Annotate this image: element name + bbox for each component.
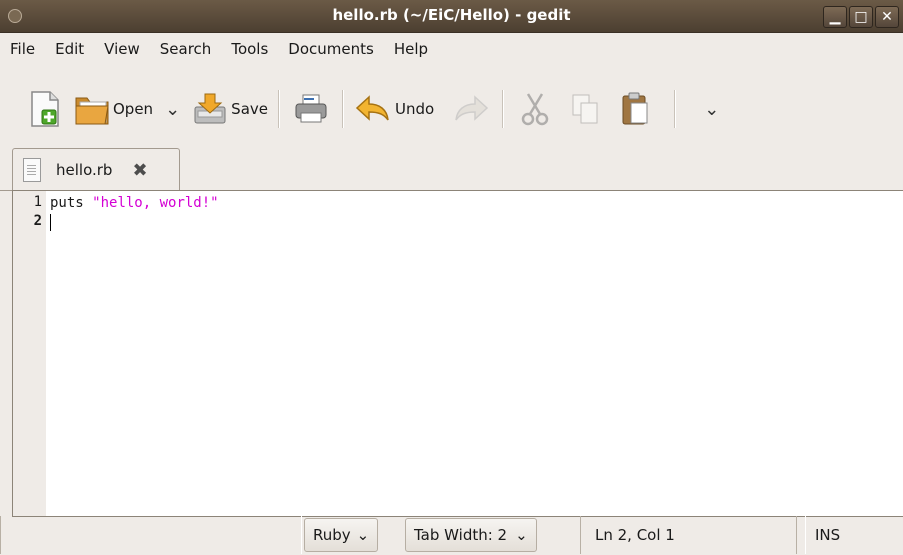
language-label: Ruby <box>313 526 351 544</box>
window-controls: ▁ □ ✕ <box>823 6 899 28</box>
copy-icon <box>564 88 606 130</box>
minimize-button[interactable]: ▁ <box>823 6 847 28</box>
maximize-button[interactable]: □ <box>849 6 873 28</box>
tab-width-selector[interactable]: Tab Width: 2 ⌄ <box>405 516 537 554</box>
menu-file[interactable]: File <box>0 40 45 58</box>
open-button[interactable]: Open <box>70 84 157 134</box>
menubar: File Edit View Search Tools Documents He… <box>0 33 903 65</box>
menu-documents[interactable]: Documents <box>278 40 384 58</box>
redo-icon <box>450 88 492 130</box>
print-button[interactable] <box>286 84 336 134</box>
menu-search[interactable]: Search <box>150 40 222 58</box>
code-text[interactable]: puts "hello, world!" <box>50 194 219 232</box>
gedit-window: hello.rb (~/EiC/Hello) - gedit ▁ □ ✕ Fil… <box>0 0 903 555</box>
insert-mode-label: INS <box>815 526 841 544</box>
line-number-gutter: 1 2 <box>13 191 46 516</box>
open-label: Open <box>113 100 154 118</box>
insert-mode: INS <box>796 516 903 554</box>
scissors-icon <box>514 88 556 130</box>
statusbar-message <box>0 516 302 554</box>
cursor-position: Ln 2, Col 1 <box>580 516 806 554</box>
statusbar: Ruby ⌄ Tab Width: 2 ⌄ Ln 2, Col 1 INS <box>0 516 903 555</box>
folder-icon <box>74 88 110 130</box>
toolbar-separator <box>278 90 280 128</box>
line-number-current: 2 <box>33 213 42 229</box>
toolbar-overflow-icon[interactable]: ⌄ <box>696 99 727 120</box>
code-string: "hello, world!" <box>92 195 219 211</box>
titlebar[interactable]: hello.rb (~/EiC/Hello) - gedit ▁ □ ✕ <box>0 0 903 33</box>
ruby-file-icon <box>23 158 41 182</box>
close-button[interactable]: ✕ <box>875 6 899 28</box>
paste-button[interactable] <box>610 84 660 134</box>
menu-edit[interactable]: Edit <box>45 40 94 58</box>
toolbar-separator <box>342 90 344 128</box>
redo-button[interactable] <box>446 84 496 134</box>
cursor-position-label: Ln 2, Col 1 <box>595 526 675 544</box>
chevron-down-icon: ⌄ <box>515 526 528 544</box>
save-icon <box>192 88 228 130</box>
language-selector[interactable]: Ruby ⌄ <box>304 516 379 554</box>
save-label: Save <box>231 100 268 118</box>
editor[interactable]: 1 2 puts "hello, world!" <box>12 190 903 517</box>
text-cursor <box>50 213 51 231</box>
printer-icon <box>290 88 332 130</box>
undo-button[interactable]: Undo <box>350 84 438 134</box>
line-number: 1 <box>33 194 42 210</box>
toolbar-separator <box>674 90 677 128</box>
new-document-icon <box>24 88 66 130</box>
window-title: hello.rb (~/EiC/Hello) - gedit <box>332 6 571 24</box>
tab-label: hello.rb <box>56 161 113 179</box>
clipboard-icon <box>614 88 656 130</box>
toolbar: Open ⌄ Save Undo ⌄ <box>0 76 903 142</box>
menu-help[interactable]: Help <box>384 40 438 58</box>
undo-label: Undo <box>395 100 435 118</box>
code-keyword: puts <box>50 195 84 211</box>
language-button: Ruby ⌄ <box>304 518 379 552</box>
chevron-down-icon: ⌄ <box>356 526 370 544</box>
copy-button[interactable] <box>560 84 610 134</box>
new-button[interactable] <box>20 84 70 134</box>
close-tab-icon[interactable]: ✖ <box>132 160 147 181</box>
tab-width-button: Tab Width: 2 ⌄ <box>405 518 537 552</box>
open-recent-dropdown-icon[interactable]: ⌄ <box>157 99 188 120</box>
document-tabs: hello.rb ✖ <box>0 142 903 191</box>
tab-hello-rb[interactable]: hello.rb ✖ <box>12 148 180 191</box>
toolbar-separator <box>502 90 505 128</box>
cut-button[interactable] <box>510 84 560 134</box>
tab-width-label: Tab Width: 2 <box>414 526 508 544</box>
menu-tools[interactable]: Tools <box>221 40 278 58</box>
menu-view[interactable]: View <box>94 40 150 58</box>
save-button[interactable]: Save <box>188 84 272 134</box>
undo-icon <box>354 88 392 130</box>
